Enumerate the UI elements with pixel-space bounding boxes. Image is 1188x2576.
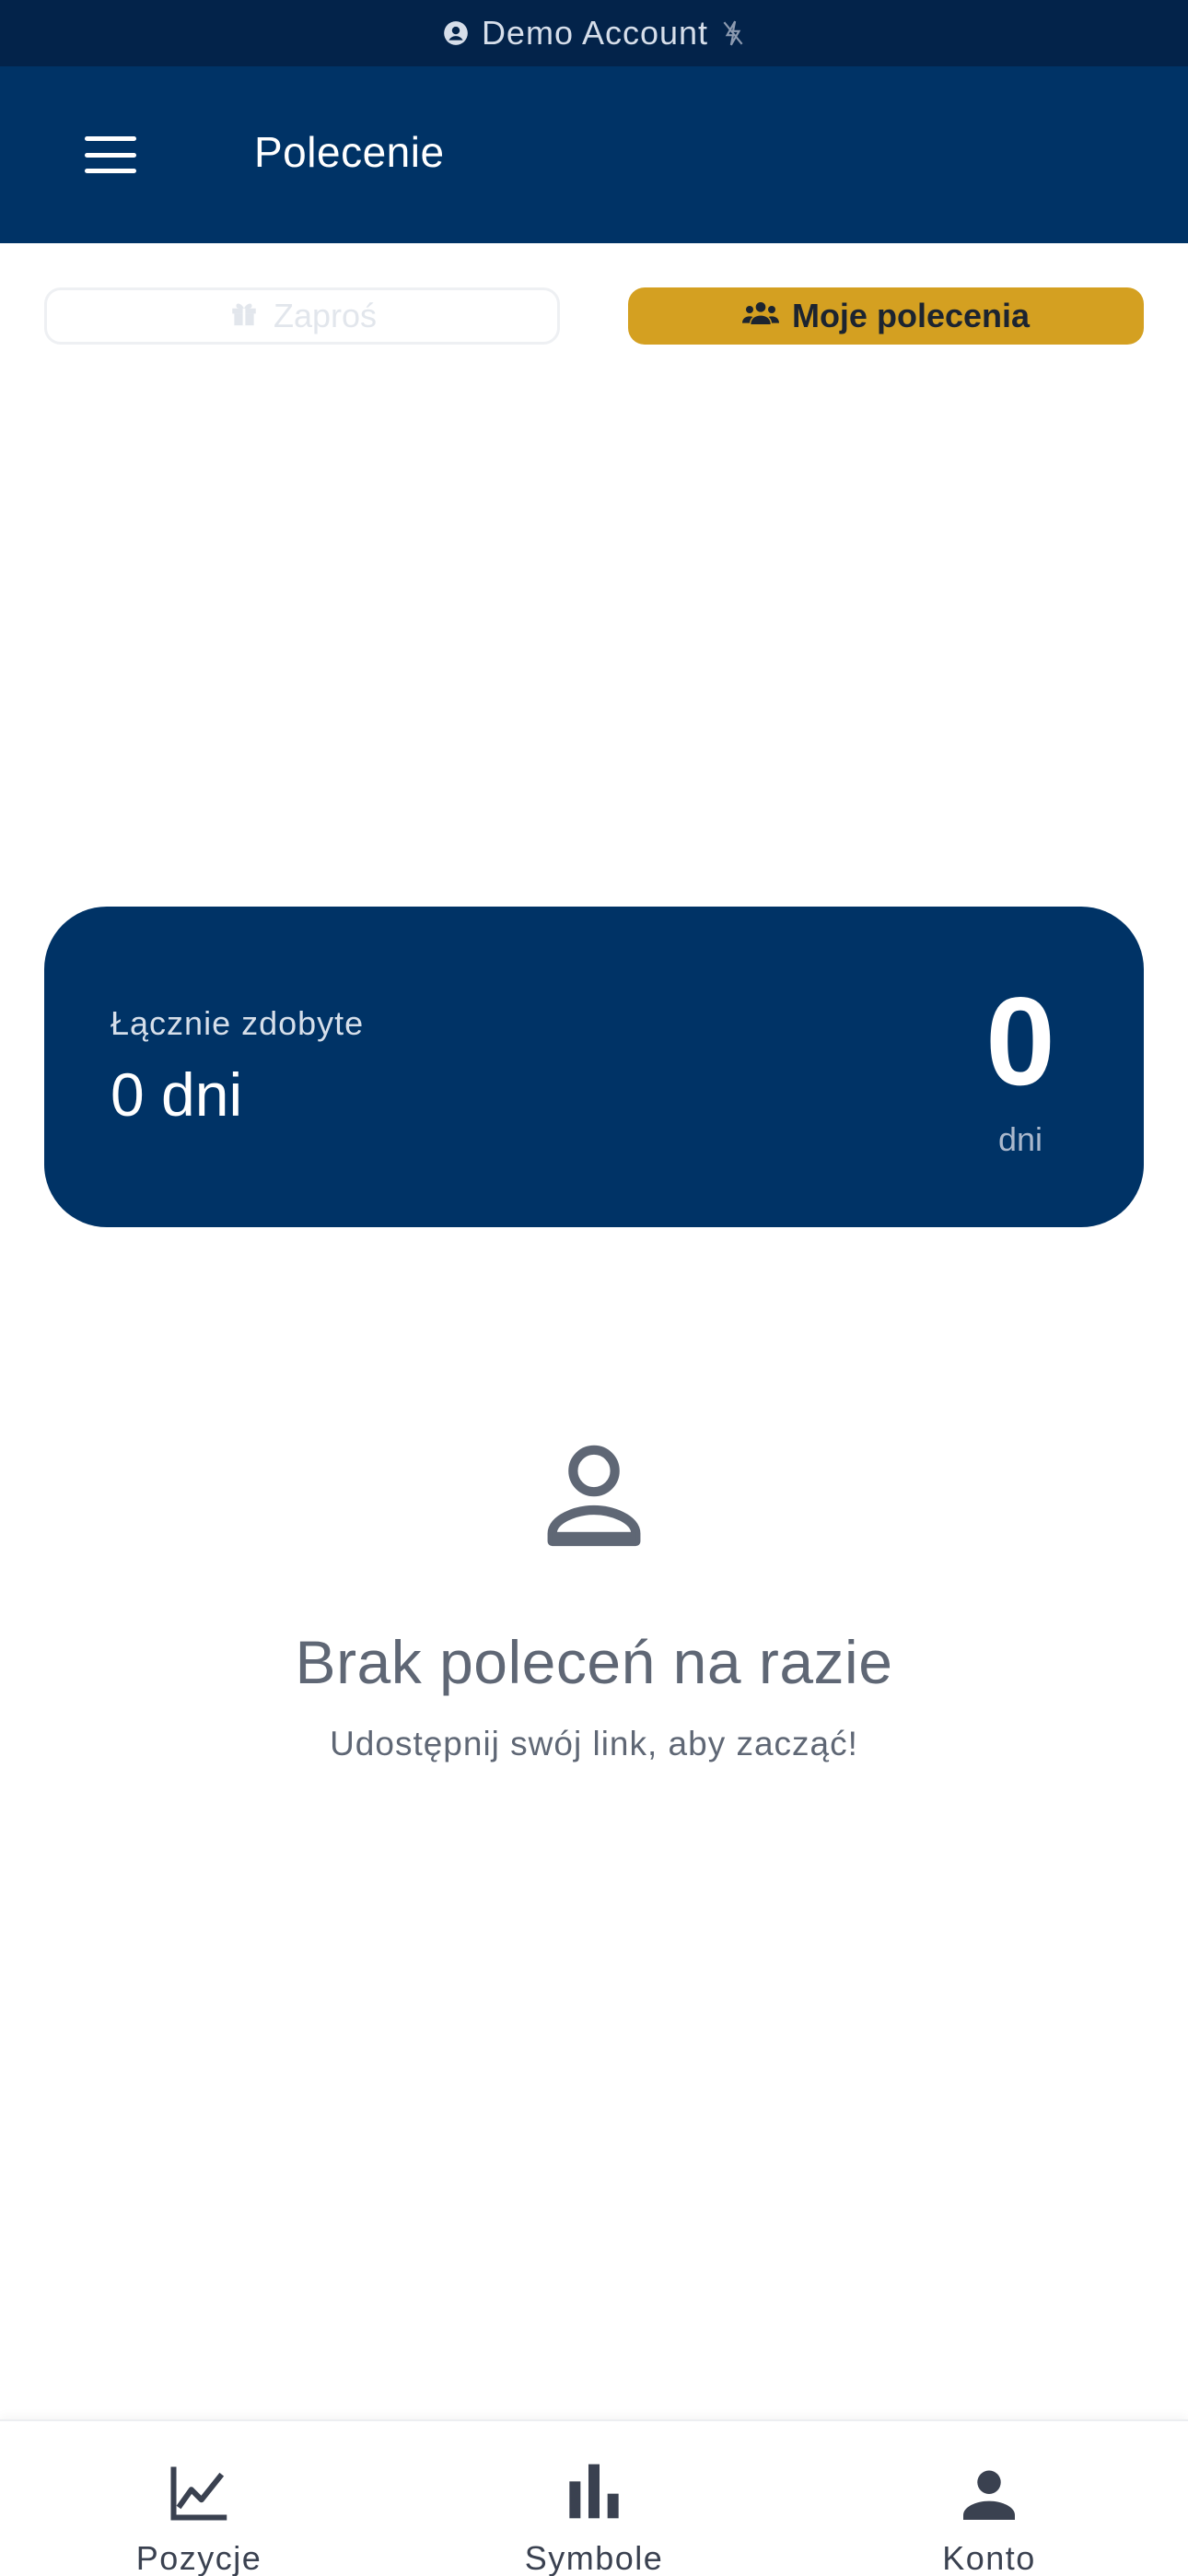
- summary-value: 0 dni: [111, 1060, 243, 1129]
- tab-my-referrals[interactable]: Moje polecenia: [628, 287, 1144, 345]
- nav-label-symbole: Symbole: [524, 2539, 664, 2576]
- nav-label-konto: Konto: [942, 2539, 1036, 2576]
- tab-invite[interactable]: Zaproś: [44, 287, 560, 345]
- empty-state-subtitle: Udostępnij swój link, aby zacząć!: [330, 1725, 858, 1762]
- summary-big-number: 0: [985, 971, 1055, 1111]
- status-bar: Demo Account: [0, 0, 1188, 66]
- nav-item-pozycje[interactable]: Pozycje: [61, 2421, 337, 2576]
- summary-card: Łącznie zdobyte 0 dni 0 dni: [44, 907, 1144, 1227]
- summary-unit: dni: [997, 1120, 1043, 1158]
- line-chart-icon: [169, 2456, 229, 2521]
- nav-item-konto[interactable]: Konto: [851, 2421, 1127, 2576]
- nav-item-symbole[interactable]: Symbole: [456, 2421, 732, 2576]
- tab-invite-label: Zaproś: [273, 297, 378, 334]
- account-circle-icon: [443, 20, 469, 46]
- connection-off-icon: [721, 19, 745, 47]
- people-icon: [741, 297, 779, 335]
- tab-my-referrals-label: Moje polecenia: [791, 297, 1031, 334]
- empty-state-title: Brak poleceń na razie: [295, 1628, 893, 1696]
- gift-icon: [227, 297, 261, 336]
- referral-tabs: Zaproś Moje polecenia: [44, 287, 1144, 345]
- bar-chart-icon: [566, 2456, 622, 2521]
- account-label: Demo Account: [481, 14, 709, 52]
- person-outline-icon: [531, 1432, 657, 1562]
- summary-label: Łącznie zdobyte: [111, 1004, 365, 1042]
- page-title: Polecenie: [254, 128, 445, 176]
- app-header: Polecenie: [0, 66, 1188, 243]
- hamburger-menu-icon[interactable]: [85, 136, 136, 173]
- bottom-nav: Pozycje Symbole Konto: [0, 2419, 1188, 2576]
- nav-label-pozycje: Pozycje: [135, 2539, 262, 2576]
- person-icon: [963, 2456, 1015, 2521]
